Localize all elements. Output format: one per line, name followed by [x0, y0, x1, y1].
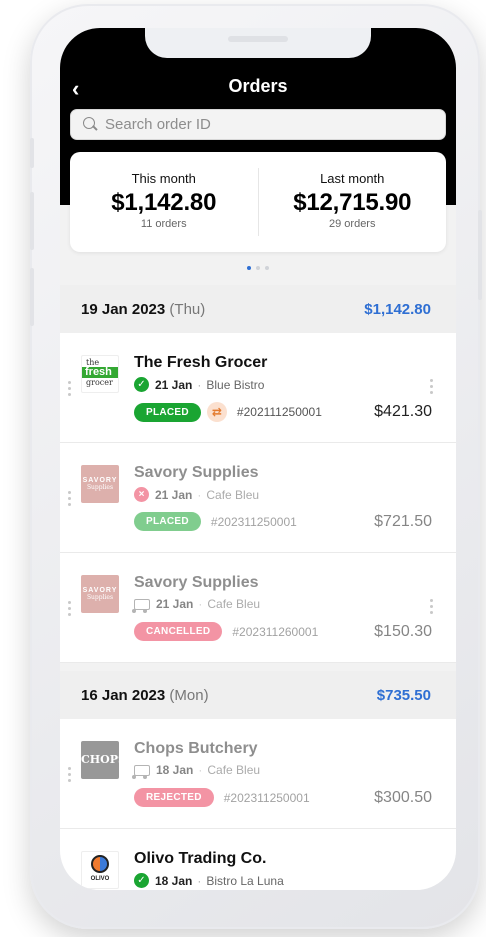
supplier-logo: OLIVO: [81, 851, 119, 889]
status-badge: CANCELLED: [134, 622, 223, 641]
group-date-text: 16 Jan 2023: [81, 686, 166, 704]
meta-separator: ·: [198, 763, 203, 777]
this-month-summary: This month $1,142.80 11 orders: [70, 152, 258, 252]
check-circle-icon: ✓: [134, 377, 149, 392]
order-meta: × 21 Jan · Cafe Bleu: [134, 487, 259, 502]
venue-name: Cafe Bleu: [207, 763, 261, 777]
supplier-name: Olivo Trading Co.: [134, 850, 267, 867]
group-date: 16 Jan 2023 (Mon): [81, 687, 209, 704]
group-date: 19 Jan 2023 (Thu): [81, 301, 205, 318]
order-price: $150.30: [374, 623, 432, 640]
delivery-date: 18 Jan: [155, 873, 193, 888]
x-circle-icon: ×: [134, 487, 149, 502]
page-indicator: [60, 266, 456, 270]
status-badge: REJECTED: [134, 788, 214, 807]
repeat-order-icon[interactable]: ⇄: [206, 402, 227, 422]
group-weekday: (Mon): [169, 686, 209, 704]
order-meta: 18 Jan · Cafe Bleu: [132, 763, 261, 779]
supplier-logo: CHOPS: [81, 741, 119, 779]
drag-handle-icon[interactable]: [68, 601, 71, 619]
order-id: #202311260001: [232, 624, 319, 639]
summary-card[interactable]: This month $1,142.80 11 orders Last mont…: [70, 152, 446, 252]
group-total: $1,142.80: [364, 300, 431, 318]
order-meta: 21 Jan · Cafe Bleu: [132, 597, 261, 613]
delivery-date: 21 Jan: [156, 597, 194, 611]
delivery-date: 18 Jan: [156, 763, 194, 777]
summary-order-count: 11 orders: [140, 218, 187, 230]
power-button: [478, 210, 482, 300]
check-circle-icon: ✓: [134, 873, 149, 888]
group-date-text: 19 Jan 2023: [81, 300, 166, 318]
supplier-logo: SAVORY Supplies: [81, 465, 119, 503]
truck-icon: [132, 598, 150, 613]
order-price: $300.50: [374, 789, 432, 806]
supplier-name: Savory Supplies: [134, 464, 259, 481]
meta-separator: ·: [197, 487, 202, 502]
order-id: #202311250001: [223, 790, 310, 805]
summary-amount: $1,142.80: [111, 189, 217, 216]
group-weekday: (Thu): [169, 300, 206, 318]
summary-amount: $12,715.90: [293, 189, 412, 216]
more-options-icon[interactable]: [430, 379, 433, 397]
order-status-row: CANCELLED #202311260001: [134, 622, 318, 641]
date-group-header: 16 Jan 2023 (Mon) $735.50: [60, 671, 456, 719]
search-icon: [83, 116, 99, 133]
order-card[interactable]: SAVORY Supplies Savory Supplies × 21 Jan…: [60, 443, 456, 553]
venue-name: Blue Bistro: [206, 377, 265, 392]
order-id: #202311250001: [210, 514, 297, 529]
venue-name: Bistro La Luna: [206, 873, 284, 888]
order-meta: ✓ 21 Jan · Blue Bistro: [134, 377, 264, 392]
meta-separator: ·: [198, 597, 203, 611]
order-price: $421.30: [374, 403, 432, 420]
meta-separator: ·: [197, 377, 202, 392]
supplier-logo: the fresh grocer: [81, 355, 119, 393]
search-placeholder: Search order ID: [105, 116, 211, 133]
summary-label: This month: [131, 171, 196, 186]
volume-up-button: [30, 192, 34, 250]
mute-switch: [30, 138, 34, 168]
order-status-row: PLACED ⇄ #202111250001: [134, 402, 322, 422]
summary-label: Last month: [320, 171, 385, 186]
order-card[interactable]: SAVORY Supplies Savory Supplies 21 Jan ·…: [60, 553, 456, 663]
venue-name: Cafe Bleu: [207, 597, 261, 611]
supplier-name: Savory Supplies: [134, 574, 259, 591]
order-meta: ✓ 18 Jan · Bistro La Luna: [134, 873, 284, 888]
date-group-header: 19 Jan 2023 (Thu) $1,142.80: [60, 285, 456, 333]
volume-down-button: [30, 268, 34, 326]
page-dot[interactable]: [256, 266, 260, 270]
order-id: #202111250001: [236, 405, 322, 419]
status-badge: PLACED: [134, 402, 201, 422]
venue-name: Cafe Bleu: [206, 487, 260, 502]
order-price: $721.50: [374, 513, 432, 530]
delivery-date: 21 Jan: [155, 487, 193, 502]
page-title: Orders: [228, 76, 288, 96]
order-status-row: PLACED #202311250001: [134, 512, 297, 531]
speaker: [228, 36, 288, 42]
order-card[interactable]: the fresh grocer The Fresh Grocer ✓ 21 J…: [60, 333, 456, 443]
group-total: $735.50: [376, 686, 431, 704]
page-dot[interactable]: [265, 266, 269, 270]
drag-handle-icon[interactable]: [68, 381, 71, 399]
order-status-row: REJECTED #202311250001: [134, 788, 310, 807]
app-screen: ‹ Orders Search order ID This month $1,1…: [60, 28, 456, 890]
meta-separator: ·: [197, 873, 202, 888]
search-input[interactable]: Search order ID: [70, 109, 446, 140]
supplier-name: Chops Butchery: [134, 740, 258, 757]
supplier-logo: SAVORY Supplies: [81, 575, 119, 613]
last-month-summary: Last month $12,715.90 29 orders: [259, 152, 447, 252]
summary-order-count: 29 orders: [329, 218, 376, 230]
delivery-date: 21 Jan: [155, 377, 193, 392]
notch: [145, 28, 371, 58]
drag-handle-icon[interactable]: [68, 491, 71, 509]
page-dot-active[interactable]: [247, 266, 251, 270]
drag-handle-icon[interactable]: [68, 767, 71, 785]
status-badge: PLACED: [134, 512, 201, 531]
more-options-icon[interactable]: [430, 599, 433, 617]
truck-icon: [132, 764, 150, 779]
supplier-name: The Fresh Grocer: [134, 354, 268, 371]
order-card[interactable]: CHOPS Chops Butchery 18 Jan · Cafe Bleu …: [60, 719, 456, 829]
order-card[interactable]: OLIVO Olivo Trading Co. ✓ 18 Jan · Bistr…: [60, 829, 456, 890]
